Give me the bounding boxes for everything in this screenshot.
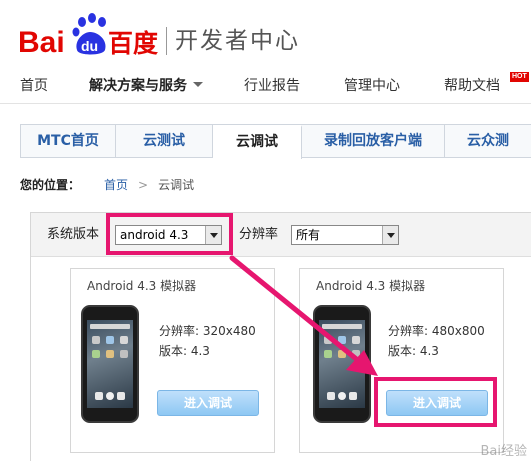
sub-tabs: MTC首页 云测试 云调试 录制回放客户端 云众测 [20, 124, 531, 159]
resolution-select-value: 所有 [296, 228, 321, 242]
resolution-label: 分辨率 [239, 227, 279, 242]
breadcrumb-separator: > [138, 178, 149, 192]
nav-item-home[interactable]: 首页 [20, 77, 48, 95]
tab-mtc-home[interactable]: MTC首页 [21, 125, 116, 157]
emulator-version: 版本: 4.3 [159, 344, 210, 358]
tab-record-replay[interactable]: 录制回放客户端 [302, 125, 445, 157]
breadcrumb-label: 您的位置： [20, 178, 81, 192]
watermark: Bai经验 [480, 444, 528, 459]
paw-icon: du [72, 13, 106, 55]
phone-image [313, 305, 371, 423]
logo-divider [166, 27, 167, 55]
nav-item-help[interactable]: 帮助文档 [444, 77, 500, 95]
nav-item-management[interactable]: 管理中心 [344, 77, 400, 95]
site-subtitle: 开发者中心 [175, 28, 300, 54]
version-label: 系统版本 [47, 227, 100, 242]
breadcrumb-current: 云调试 [158, 178, 195, 192]
breadcrumb: 您的位置： 首页 > 云调试 [20, 177, 194, 193]
logo-text-baidu-cn: 百度 [108, 29, 158, 58]
emulator-card: Android 4.3 模拟器 分辨率: 320x480 版本: 4.3 进入调… [70, 268, 275, 453]
main-nav: 首页 解决方案与服务 行业报告 管理中心 帮助文档 [0, 68, 531, 104]
highlight-box-button [374, 377, 497, 427]
breadcrumb-home-link[interactable]: 首页 [104, 178, 128, 192]
dropdown-arrow-icon [382, 226, 398, 244]
resolution-select[interactable]: 所有 [291, 225, 399, 245]
tab-cloud-test[interactable]: 云测试 [116, 125, 213, 157]
logo-text-bai: Bai [18, 26, 65, 59]
baidu-logo-icon: Bai du 百度 [18, 13, 158, 59]
phone-screen [87, 320, 133, 408]
tab-crowd-test[interactable]: 云众测 [445, 125, 531, 157]
nav-item-reports[interactable]: 行业报告 [244, 77, 300, 95]
emulator-resolution: 分辨率: 320x480 [159, 324, 256, 338]
chevron-down-icon [193, 82, 203, 87]
enter-debug-button[interactable]: 进入调试 [157, 390, 259, 416]
tab-cloud-debug[interactable]: 云调试 [213, 125, 302, 159]
hot-badge: HOT [510, 72, 529, 82]
emulator-resolution: 分辨率: 480x800 [388, 324, 485, 338]
emulator-title: Android 4.3 模拟器 [316, 279, 426, 293]
phone-image [81, 305, 139, 423]
nav-item-solutions[interactable]: 解决方案与服务 [89, 77, 203, 95]
highlight-box-version [106, 213, 233, 255]
emulator-version: 版本: 4.3 [388, 344, 439, 358]
logo-text-du: du [81, 38, 98, 54]
emulator-title: Android 4.3 模拟器 [87, 279, 197, 293]
phone-screen [319, 320, 365, 408]
